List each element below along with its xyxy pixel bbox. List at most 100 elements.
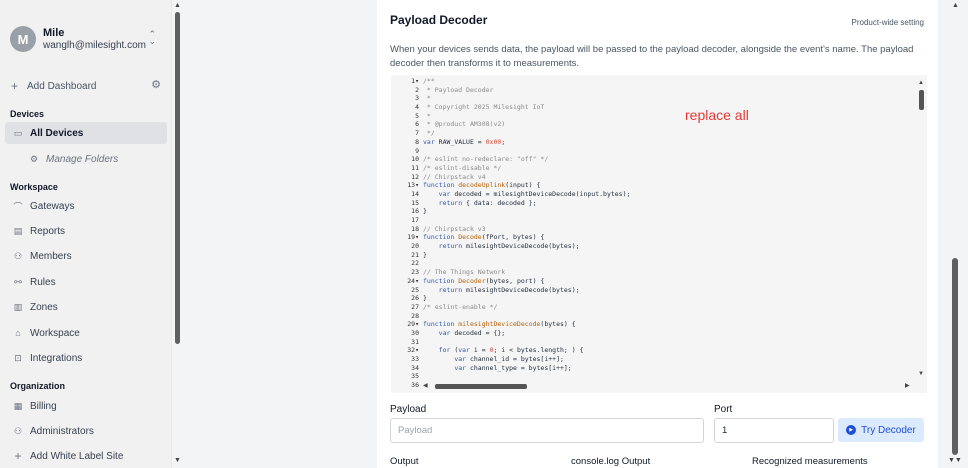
try-decoder-button[interactable]: ▶ Try Decoder bbox=[838, 418, 924, 442]
code-line: return { data: decoded }; bbox=[438, 198, 537, 207]
setting-scope-label: Product-wide setting bbox=[851, 18, 924, 27]
code-line: * Copyright 2025 Milesight IoT bbox=[423, 103, 545, 112]
line-number: 11 bbox=[411, 163, 419, 172]
code-line: var decoded = {}; bbox=[438, 328, 506, 337]
replace-all-annotation: replace all bbox=[685, 107, 749, 123]
scroll-down-arrow-icon[interactable]: ▼▼ bbox=[948, 457, 962, 464]
scroll-up-arrow-icon[interactable]: ▲ bbox=[918, 80, 924, 86]
line-number: 13▾ bbox=[407, 181, 419, 190]
line-number: 30 bbox=[411, 328, 419, 337]
code-line: var decoded = milesightDeviceDecode(inpu… bbox=[438, 189, 631, 198]
sidebar-item-label: All Devices bbox=[30, 127, 84, 139]
sidebar-item-label: Billing bbox=[30, 400, 57, 412]
devices-icon: ▭ bbox=[13, 127, 23, 138]
code-line: // The Things Network bbox=[423, 268, 506, 277]
scroll-left-arrow-icon[interactable]: ◀ bbox=[423, 382, 428, 389]
scroll-up-arrow-icon[interactable]: ▲ bbox=[174, 2, 181, 9]
add-dashboard-button[interactable]: + Add Dashboard ⚙ bbox=[11, 79, 161, 93]
scroll-up-arrow-icon[interactable]: ▲ bbox=[952, 2, 959, 9]
app-window: M Mile wanglh@milesight.com ⌃ ⌄ + Add Das… bbox=[0, 0, 968, 468]
gear-icon: ⚙ bbox=[29, 153, 39, 164]
code-line: * bbox=[423, 111, 431, 120]
sidebar-item-reports[interactable]: ▤ Reports bbox=[5, 220, 167, 242]
scroll-down-arrow-icon[interactable]: ▼ bbox=[918, 371, 924, 377]
scrollbar-thumb[interactable] bbox=[435, 384, 527, 389]
payload-input[interactable]: Payload bbox=[390, 418, 704, 443]
payload-label: Payload bbox=[390, 404, 427, 415]
line-number: 31 bbox=[411, 337, 419, 346]
sidebar-item-all-devices[interactable]: ▭ All Devices bbox=[5, 122, 167, 144]
scroll-right-arrow-icon[interactable]: ▶ bbox=[905, 382, 910, 389]
line-number: 9 bbox=[415, 146, 419, 155]
sidebar-item-members[interactable]: ⚇ Members bbox=[5, 245, 167, 267]
integrations-icon: ⊡ bbox=[14, 352, 22, 363]
sidebar-item-label: Rules bbox=[30, 276, 56, 288]
line-number: 34 bbox=[411, 363, 419, 372]
scroll-down-arrow-icon[interactable]: ▼ bbox=[174, 457, 181, 464]
code-line: /* eslint-enable */ bbox=[423, 302, 498, 311]
scrollbar-thumb[interactable] bbox=[175, 12, 180, 344]
play-icon: ▶ bbox=[846, 425, 857, 435]
sidebar-item-manage-folders[interactable]: ⚙ Manage Folders bbox=[5, 148, 167, 170]
sidebar-scrollbar[interactable]: ▲ ▼ bbox=[172, 0, 182, 468]
sidebar-item-administrators[interactable]: ⚇ Administrators bbox=[5, 420, 167, 442]
line-number: 6 bbox=[415, 120, 419, 129]
line-number: 10 bbox=[411, 155, 419, 164]
sidebar-item-label: Manage Folders bbox=[46, 153, 119, 165]
code-line: /** bbox=[423, 77, 435, 85]
code-line: function milesightDeviceDecode(bytes) { bbox=[423, 320, 576, 329]
line-number: 15 bbox=[411, 198, 419, 207]
line-number: 26 bbox=[411, 294, 419, 303]
line-number: 25 bbox=[411, 285, 419, 294]
line-number: 21 bbox=[411, 250, 419, 259]
line-number: 22 bbox=[411, 259, 419, 268]
sidebar-item-label: Zones bbox=[30, 301, 58, 313]
sidebar-item-gateways[interactable]: ⌒ Gateways bbox=[5, 195, 167, 217]
page-scrollbar[interactable]: ▲ ▼▼ bbox=[946, 0, 968, 468]
devices-heading: Devices bbox=[10, 109, 45, 119]
administrators-icon: ⚇ bbox=[13, 425, 23, 436]
line-number: 16 bbox=[411, 207, 419, 216]
organization-heading: Organization bbox=[10, 381, 66, 391]
code-line: var RAW_VALUE = 0x00; bbox=[423, 137, 506, 146]
line-number: 35 bbox=[411, 372, 419, 381]
plus-icon: + bbox=[11, 79, 19, 93]
line-number: 32▾ bbox=[407, 346, 419, 355]
code-line: * @product AM308(v2) bbox=[423, 120, 506, 129]
sidebar-item-integrations[interactable]: ⊡ Integrations bbox=[5, 347, 167, 369]
console-output-label: console.log Output bbox=[571, 456, 651, 467]
code-line: return milesightDeviceDecode(bytes); bbox=[438, 242, 580, 251]
gear-icon[interactable]: ⚙ bbox=[151, 78, 161, 91]
scrollbar-thumb[interactable] bbox=[952, 258, 958, 455]
code-line: * Payload Decoder bbox=[423, 85, 494, 94]
line-number: 12 bbox=[411, 172, 419, 181]
line-number: 36 bbox=[411, 381, 419, 390]
sidebar-item-billing[interactable]: ▦ Billing bbox=[5, 395, 167, 417]
line-number-gutter: 1▾ 2 3 4 5 6 7 8 9 10 11 12 13▾ 14 15 16 1… bbox=[391, 77, 419, 390]
sidebar-item-add-white-label-site[interactable]: + Add White Label Site bbox=[5, 445, 167, 467]
line-number: 20 bbox=[411, 242, 419, 251]
code-line: } bbox=[423, 250, 427, 259]
code-line: function decodeUplink(input) { bbox=[423, 181, 541, 190]
port-input[interactable]: 1 bbox=[714, 418, 834, 443]
user-switcher[interactable]: M Mile wanglh@milesight.com ⌃ ⌄ bbox=[10, 22, 160, 56]
rules-icon: ⚯ bbox=[14, 276, 22, 287]
code-line: var channel_id = bytes[i++]; bbox=[454, 355, 564, 363]
sidebar-item-zones[interactable]: ▥ Zones bbox=[5, 296, 167, 318]
code-line: /* eslint no-redeclare: "off" */ bbox=[423, 155, 549, 164]
sidebar-item-workspace[interactable]: ⌂ Workspace bbox=[5, 322, 167, 344]
editor-vertical-scrollbar[interactable]: ▲ ▼ bbox=[915, 75, 927, 379]
code-line: for (var i = 0; i < bytes.length; ) { bbox=[438, 346, 584, 355]
code-editor[interactable]: 1▾ 2 3 4 5 6 7 8 9 10 11 12 13▾ 14 15 16 1… bbox=[391, 75, 927, 393]
code-content[interactable]: /** * Payload Decoder * * Copyright 2025… bbox=[423, 77, 630, 390]
scrollbar-thumb[interactable] bbox=[919, 90, 924, 110]
editor-horizontal-scrollbar[interactable]: ◀ ▶ bbox=[421, 381, 911, 391]
chevron-up-down-icon: ⌃ ⌄ bbox=[148, 29, 156, 46]
line-number: 33 bbox=[411, 355, 419, 363]
sidebar-item-label: Integrations bbox=[30, 352, 83, 364]
workspace-icon: ⌂ bbox=[15, 328, 21, 338]
sidebar-item-rules[interactable]: ⚯ Rules bbox=[5, 271, 167, 293]
